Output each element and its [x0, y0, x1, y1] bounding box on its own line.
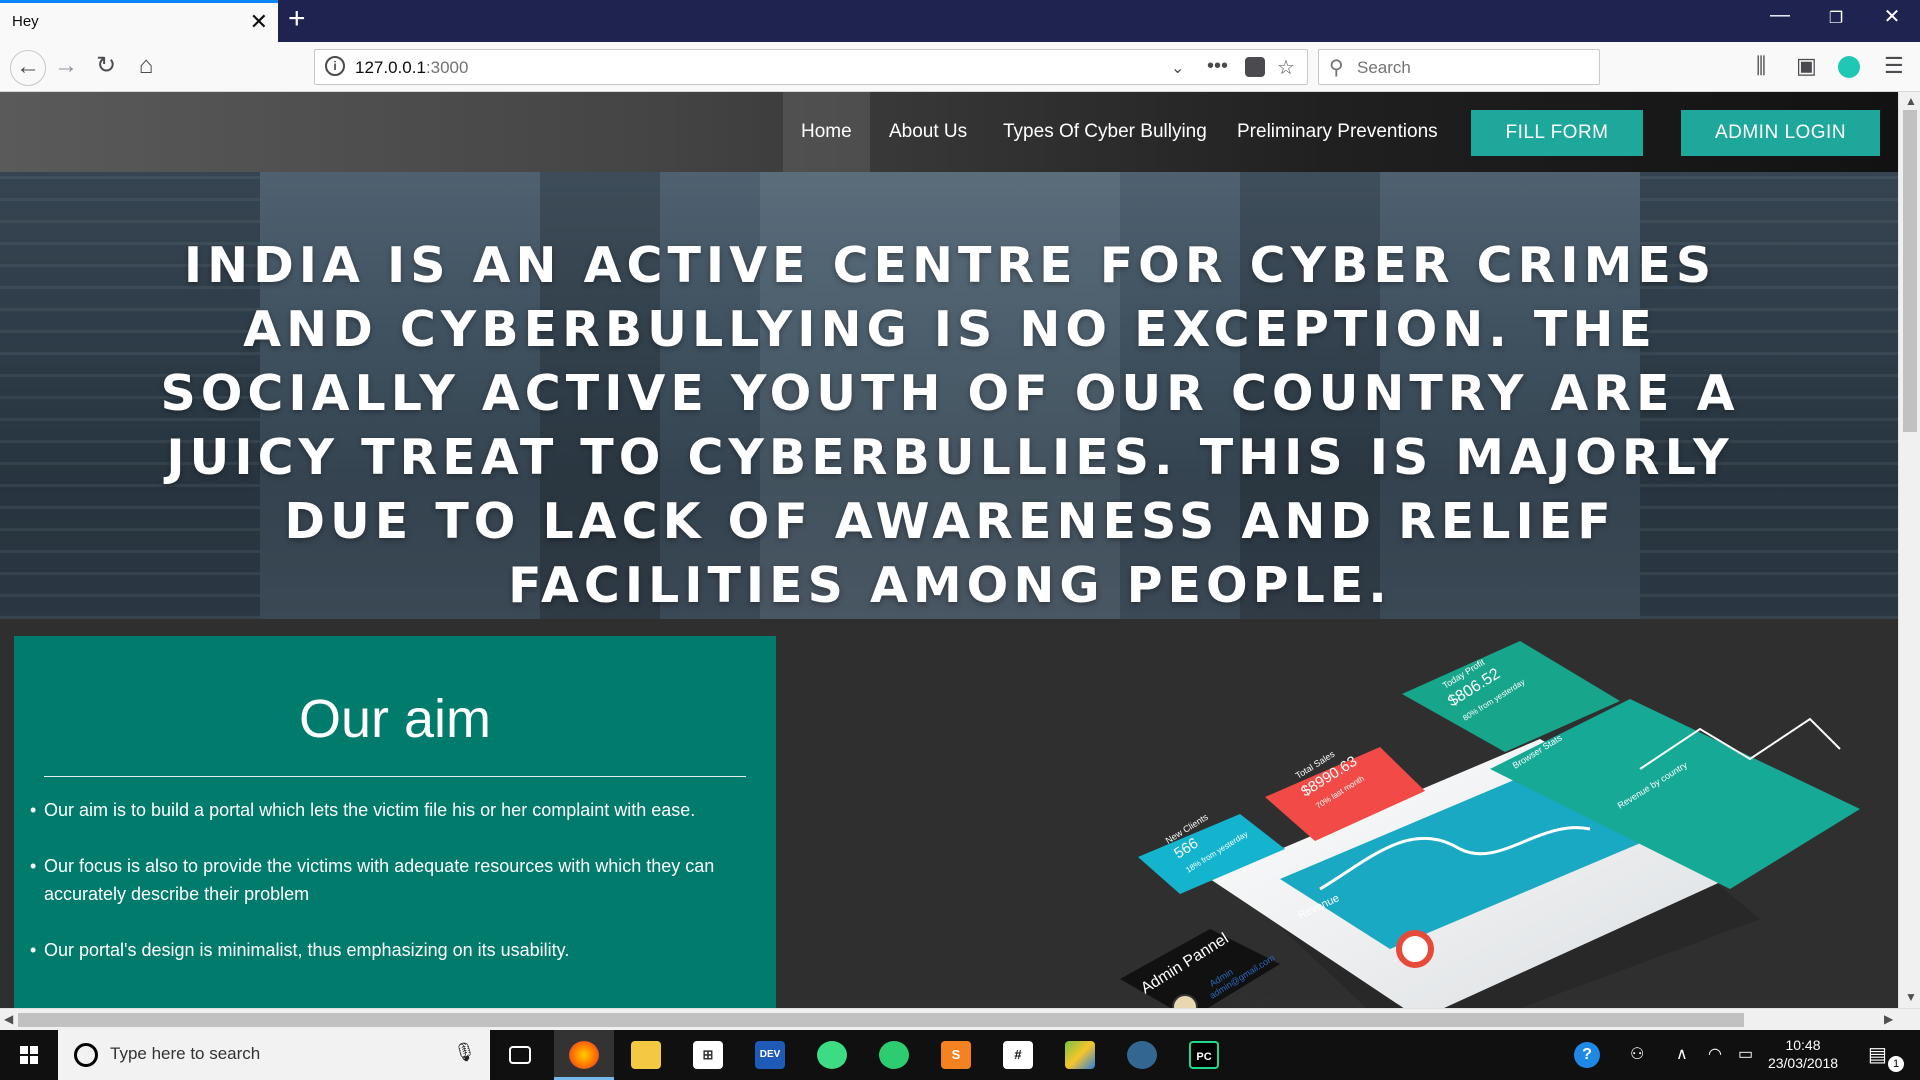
pocket-icon[interactable]: [1245, 57, 1265, 77]
battery-icon[interactable]: ▭: [1738, 1044, 1753, 1064]
menu-types-of-cyber-bullying[interactable]: Types Of Cyber Bullying: [985, 92, 1225, 172]
taskbar-store[interactable]: ⊞: [678, 1030, 738, 1080]
microphone-icon[interactable]: 🎙: [453, 1042, 476, 1063]
home-icon[interactable]: ⌂: [130, 52, 162, 80]
menu-home[interactable]: Home: [783, 92, 870, 172]
taskbar-sublime[interactable]: S: [926, 1030, 986, 1080]
pycharm-icon: PC: [1189, 1041, 1219, 1069]
dashboard-mockup-image: Admin Pannel Admin admin@gmail.com Home …: [1120, 641, 1860, 1008]
taskbar-atom[interactable]: [864, 1030, 924, 1080]
browser-tab-bar: Hey ✕ + — ❐ ✕: [0, 0, 1920, 42]
horizontal-scroll-thumb[interactable]: [18, 1013, 1744, 1027]
atom-icon: [879, 1041, 909, 1069]
aim-divider: [44, 776, 746, 777]
hero-headline: India is an active centre for cyber crim…: [160, 237, 1740, 614]
hamburger-menu-icon[interactable]: ☰: [1884, 53, 1904, 79]
aim-point: Our focus is also to provide the victims…: [30, 852, 760, 908]
task-view-button[interactable]: [490, 1030, 550, 1080]
reload-icon[interactable]: ↻: [90, 52, 122, 80]
browser-tab[interactable]: Hey ✕: [0, 0, 278, 42]
taskbar-postgres[interactable]: [1112, 1030, 1172, 1080]
clock-time: 10:48: [1785, 1037, 1821, 1053]
account-avatar-icon[interactable]: [1838, 56, 1860, 78]
url-bar[interactable]: i 127.0.0.1:3000 ⌄ ••• ☆: [314, 49, 1308, 85]
horizontal-scrollbar[interactable]: ◀ ▶: [0, 1008, 1920, 1030]
folder-icon: [631, 1041, 661, 1069]
aim-list: Our aim is to build a portal which lets …: [30, 796, 760, 992]
back-icon[interactable]: ←: [10, 50, 46, 86]
aim-card: Our aim Our aim is to build a portal whi…: [14, 636, 776, 1008]
dev-icon: DEV: [755, 1041, 785, 1069]
mockup-donut: [1396, 930, 1434, 968]
taskbar-firefox[interactable]: [554, 1030, 614, 1080]
task-view-icon: [509, 1046, 531, 1064]
windows-taskbar: Type here to search 🎙 ⊞ DEV S # PC ? ⚇ ∧…: [0, 1030, 1920, 1080]
sublime-icon: S: [941, 1041, 971, 1069]
forward-icon[interactable]: →: [50, 52, 82, 80]
taskbar-pycharm[interactable]: PC: [1174, 1030, 1234, 1080]
browser-toolbar: ← → ↻ ⌂ i 127.0.0.1:3000 ⌄ ••• ☆ ⚲ Searc…: [0, 42, 1920, 92]
restore-button[interactable]: ❐: [1808, 8, 1864, 28]
cortana-icon: [74, 1043, 98, 1067]
aim-point: Our portal's design is minimalist, thus …: [30, 936, 760, 964]
menu-about-us[interactable]: About Us: [871, 92, 985, 172]
taskbar-search-box[interactable]: Type here to search 🎙: [58, 1030, 490, 1080]
clock-date: 23/03/2018: [1767, 1055, 1839, 1071]
taskbar-android-studio[interactable]: [802, 1030, 862, 1080]
postgres-icon: [1127, 1041, 1157, 1069]
close-window-button[interactable]: ✕: [1864, 4, 1920, 29]
taskbar-dev[interactable]: DEV: [740, 1030, 800, 1080]
page-actions-icon[interactable]: •••: [1207, 55, 1228, 78]
search-placeholder: Search: [1357, 58, 1411, 77]
help-icon[interactable]: ?: [1574, 1042, 1600, 1068]
search-icon: ⚲: [1329, 57, 1344, 79]
bluestacks-icon: [1065, 1041, 1095, 1069]
url-text[interactable]: 127.0.0.1:3000: [355, 58, 468, 78]
action-center-icon[interactable]: ▤: [1868, 1042, 1887, 1067]
search-bar[interactable]: ⚲ Search: [1318, 49, 1600, 85]
scroll-down-icon[interactable]: ▼: [1905, 990, 1917, 1004]
page-viewport: Home About Us Types Of Cyber Bullying Pr…: [0, 92, 1898, 1008]
fill-form-button[interactable]: FILL FORM: [1471, 110, 1643, 156]
tray-chevron-up-icon[interactable]: ∧: [1676, 1044, 1688, 1064]
library-icon[interactable]: ⫼: [1756, 53, 1766, 79]
notification-count-badge: 1: [1888, 1056, 1904, 1072]
bookmark-star-icon[interactable]: ☆: [1277, 55, 1295, 80]
hero-banner: India is an active centre for cyber crim…: [0, 172, 1898, 619]
tab-title: Hey: [12, 13, 39, 30]
android-icon: [817, 1041, 847, 1069]
taskbar-bluestacks[interactable]: [1050, 1030, 1110, 1080]
minimize-button[interactable]: —: [1752, 4, 1808, 27]
people-icon[interactable]: ⚇: [1630, 1044, 1644, 1064]
new-tab-button[interactable]: +: [288, 2, 306, 36]
chevron-down-icon[interactable]: ⌄: [1171, 58, 1184, 78]
taskbar-file-explorer[interactable]: [616, 1030, 676, 1080]
menu-preliminary-preventions[interactable]: Preliminary Preventions: [1219, 92, 1456, 172]
wifi-icon[interactable]: ◠: [1708, 1044, 1722, 1064]
start-button[interactable]: [0, 1030, 58, 1080]
sidebar-icon[interactable]: ▣: [1796, 53, 1817, 79]
windows-logo-icon: [20, 1046, 38, 1064]
slack-icon: #: [1003, 1041, 1033, 1069]
taskbar-clock[interactable]: 10:48 23/03/2018: [1762, 1036, 1844, 1072]
scroll-up-icon[interactable]: ▲: [1905, 94, 1917, 108]
aim-title: Our aim: [298, 689, 492, 749]
site-header: Home About Us Types Of Cyber Bullying Pr…: [0, 92, 1898, 172]
scroll-left-icon[interactable]: ◀: [4, 1012, 13, 1026]
admin-login-button[interactable]: ADMIN LOGIN: [1681, 110, 1880, 156]
tab-close-icon[interactable]: ✕: [250, 9, 268, 35]
scroll-right-icon[interactable]: ▶: [1884, 1012, 1893, 1026]
taskbar-slack[interactable]: #: [988, 1030, 1048, 1080]
store-icon: ⊞: [693, 1041, 723, 1069]
aim-point: Our aim is to build a portal which lets …: [30, 796, 760, 824]
firefox-icon: [569, 1041, 599, 1069]
site-info-icon[interactable]: i: [325, 56, 345, 76]
vertical-scrollbar[interactable]: ▲ ▼: [1898, 92, 1920, 1008]
vertical-scroll-thumb[interactable]: [1903, 110, 1917, 432]
taskbar-search-placeholder: Type here to search: [110, 1044, 261, 1063]
mockup-nav-stats: Stats: [1252, 993, 1275, 1008]
about-section: Our aim Our aim is to build a portal whi…: [0, 619, 1898, 1008]
